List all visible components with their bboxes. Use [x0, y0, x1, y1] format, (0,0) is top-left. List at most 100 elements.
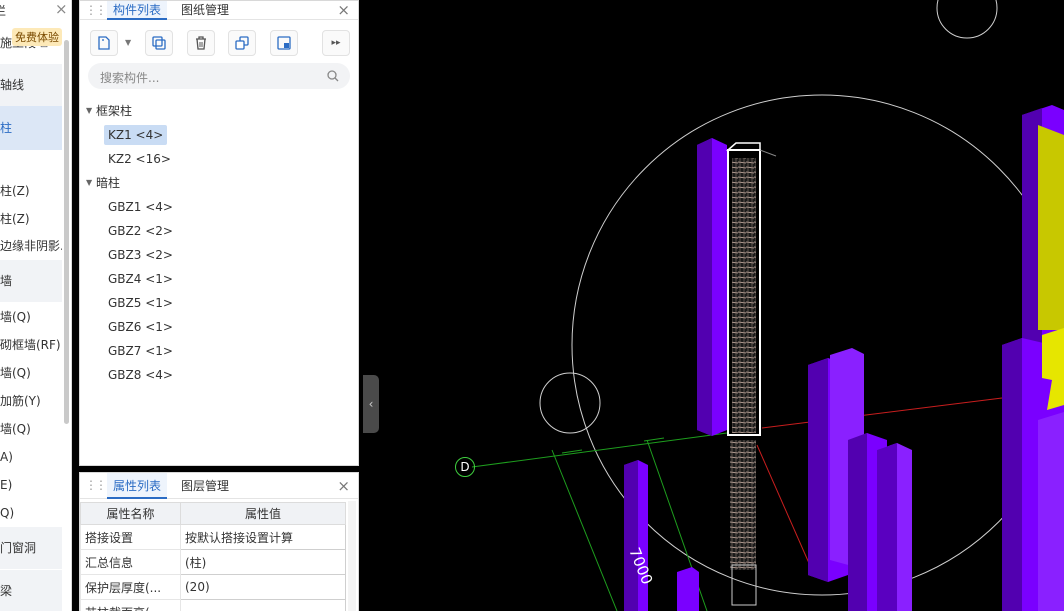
- layers-copy-icon: [235, 36, 249, 50]
- 3d-viewport[interactable]: D 7000: [362, 0, 1064, 611]
- table-row[interactable]: 保护层厚度(... (20): [80, 574, 346, 600]
- property-table-header: 属性名称 属性值: [80, 502, 346, 525]
- 3d-scene: [471, 0, 1064, 611]
- axis-label-d[interactable]: D: [455, 457, 475, 477]
- tree-item-kz1[interactable]: KZ1 <4>: [80, 123, 358, 147]
- nav-item-edge-non-shadow[interactable]: 边缘非阴影...: [0, 235, 62, 257]
- dim-tick-2: [643, 437, 665, 442]
- table-row[interactable]: 搭接设置 按默认搭接设置计算: [80, 524, 346, 550]
- column-header-value: 属性值: [180, 502, 346, 525]
- tree-item-gbz3[interactable]: GBZ3 <2>: [80, 243, 358, 267]
- nav-item-column-z[interactable]: 柱(Z): [0, 180, 62, 202]
- nav-item-e[interactable]: E): [0, 474, 62, 496]
- property-value[interactable]: 按默认搭接设置计算: [180, 524, 346, 550]
- module-nav-header: 栏 ×: [0, 0, 71, 20]
- yellow-wall-shape[interactable]: [1038, 125, 1064, 330]
- tree-group-hidden-column[interactable]: ▼ 暗柱: [80, 171, 358, 195]
- more-tools-button[interactable]: ▸▸: [322, 30, 350, 56]
- tree-item-gbz7[interactable]: GBZ7 <1>: [80, 339, 358, 363]
- tree-item-label: GBZ6 <1>: [108, 320, 173, 334]
- copy-to-floor-button[interactable]: [228, 30, 256, 56]
- nav-item-infill-wall-rf[interactable]: 砌框墙(RF): [0, 334, 62, 356]
- tab-component-list[interactable]: 构件列表: [107, 1, 168, 20]
- tree-item-gbz2[interactable]: GBZ2 <2>: [80, 219, 358, 243]
- caret-down-icon[interactable]: ▼: [86, 171, 92, 195]
- nav-item-stiffener-y[interactable]: 加筋(Y): [0, 390, 62, 412]
- nav-item-wall-q-3[interactable]: 墙(Q): [0, 418, 62, 440]
- tree-item-kz2[interactable]: KZ2 <16>: [80, 147, 358, 171]
- close-icon[interactable]: ×: [55, 0, 68, 18]
- nav-group-axis[interactable]: 轴线: [0, 64, 62, 106]
- new-component-button[interactable]: [90, 30, 118, 56]
- property-name: 汇总信息: [80, 549, 181, 575]
- property-value[interactable]: (20): [180, 574, 346, 600]
- rebar-cage-lower: [730, 440, 756, 570]
- nav-item-label: 门窗洞: [0, 541, 37, 555]
- tree-group-label: 暗柱: [96, 176, 121, 190]
- nav-item-label: 边缘非阴影...: [0, 239, 62, 253]
- property-value[interactable]: (柱): [180, 549, 346, 575]
- save-icon: [277, 36, 291, 50]
- tree-group-frame-column[interactable]: ▼ 框架柱: [80, 99, 358, 123]
- chevron-down-icon[interactable]: ▼: [125, 38, 131, 47]
- nav-item-label: 墙(Q): [0, 310, 31, 324]
- nav-item-label: 柱(Z): [0, 212, 30, 226]
- tab-drawing-management[interactable]: 图纸管理: [175, 1, 235, 20]
- nav-item-wall-q[interactable]: 墙(Q): [0, 306, 62, 328]
- nav-item-wall-q-2[interactable]: 墙(Q): [0, 362, 62, 384]
- nav-scrollbar[interactable]: [64, 40, 69, 424]
- property-scrollbar[interactable]: [348, 501, 356, 611]
- column-shape-side: [624, 460, 638, 611]
- tab-property-list[interactable]: 属性列表: [107, 473, 168, 499]
- nav-item-label: 轴线: [0, 78, 25, 92]
- component-toolbar: ▼ ▸▸: [80, 20, 358, 60]
- nav-item-label: E): [0, 478, 13, 492]
- nav-item-label: 墙(Q): [0, 366, 31, 380]
- delete-component-button[interactable]: [187, 30, 215, 56]
- column-shape-side: [848, 433, 867, 611]
- property-name: 保护层厚度(...: [80, 574, 181, 600]
- new-file-icon: [98, 36, 110, 50]
- caret-down-icon[interactable]: ▼: [86, 99, 92, 123]
- orbit-handle-left[interactable]: [539, 372, 601, 434]
- table-row[interactable]: 芯柱截面高(: [80, 599, 346, 611]
- collapse-panel-button[interactable]: ‹: [363, 375, 379, 433]
- nav-group-door-window[interactable]: 门窗洞: [0, 527, 62, 569]
- search-icon[interactable]: [326, 69, 340, 83]
- property-name: 搭接设置: [80, 524, 181, 550]
- column-shape-side: [697, 138, 712, 436]
- search-placeholder: 搜索构件...: [100, 71, 160, 85]
- tree-item-gbz4[interactable]: GBZ4 <1>: [80, 267, 358, 291]
- nav-group-column[interactable]: 柱: [0, 106, 62, 150]
- drag-handle-icon[interactable]: ⋮⋮: [85, 478, 107, 492]
- axis-line-green: [471, 432, 728, 468]
- nav-group-beam[interactable]: 梁: [0, 570, 62, 611]
- nav-item-q[interactable]: Q): [0, 502, 62, 524]
- property-value[interactable]: [180, 599, 346, 611]
- column-shape[interactable]: [677, 567, 699, 611]
- tree-item-gbz1[interactable]: GBZ1 <4>: [80, 195, 358, 219]
- component-tree: ▼ 框架柱 KZ1 <4> KZ2 <16> ▼ 暗柱 GBZ1 <4> GBZ…: [80, 99, 358, 387]
- free-trial-badge[interactable]: 免费体验: [12, 28, 62, 46]
- table-row[interactable]: 汇总信息 (柱): [80, 549, 346, 575]
- tree-item-label: GBZ1 <4>: [108, 200, 173, 214]
- tree-item-gbz5[interactable]: GBZ5 <1>: [80, 291, 358, 315]
- tree-item-gbz8[interactable]: GBZ8 <4>: [80, 363, 358, 387]
- save-template-button[interactable]: [270, 30, 298, 56]
- orbit-handle-top[interactable]: [936, 0, 998, 39]
- copy-component-button[interactable]: [145, 30, 173, 56]
- wall-shape[interactable]: [1038, 412, 1064, 611]
- tree-item-label: GBZ5 <1>: [108, 296, 173, 310]
- nav-item-label: 墙(Q): [0, 422, 31, 436]
- tree-item-gbz6[interactable]: GBZ6 <1>: [80, 315, 358, 339]
- nav-item-label: Q): [0, 506, 15, 520]
- tab-layer-management[interactable]: 图层管理: [175, 473, 235, 499]
- nav-item-label: 墙: [0, 274, 13, 288]
- component-search-input[interactable]: 搜索构件...: [88, 63, 350, 89]
- drag-handle-icon[interactable]: ⋮⋮: [85, 3, 107, 17]
- close-icon[interactable]: ×: [337, 477, 350, 495]
- nav-item-column-z-2[interactable]: 柱(Z): [0, 208, 62, 230]
- nav-group-wall[interactable]: 墙: [0, 260, 62, 302]
- close-icon[interactable]: ×: [337, 1, 350, 19]
- nav-item-a[interactable]: A): [0, 446, 62, 468]
